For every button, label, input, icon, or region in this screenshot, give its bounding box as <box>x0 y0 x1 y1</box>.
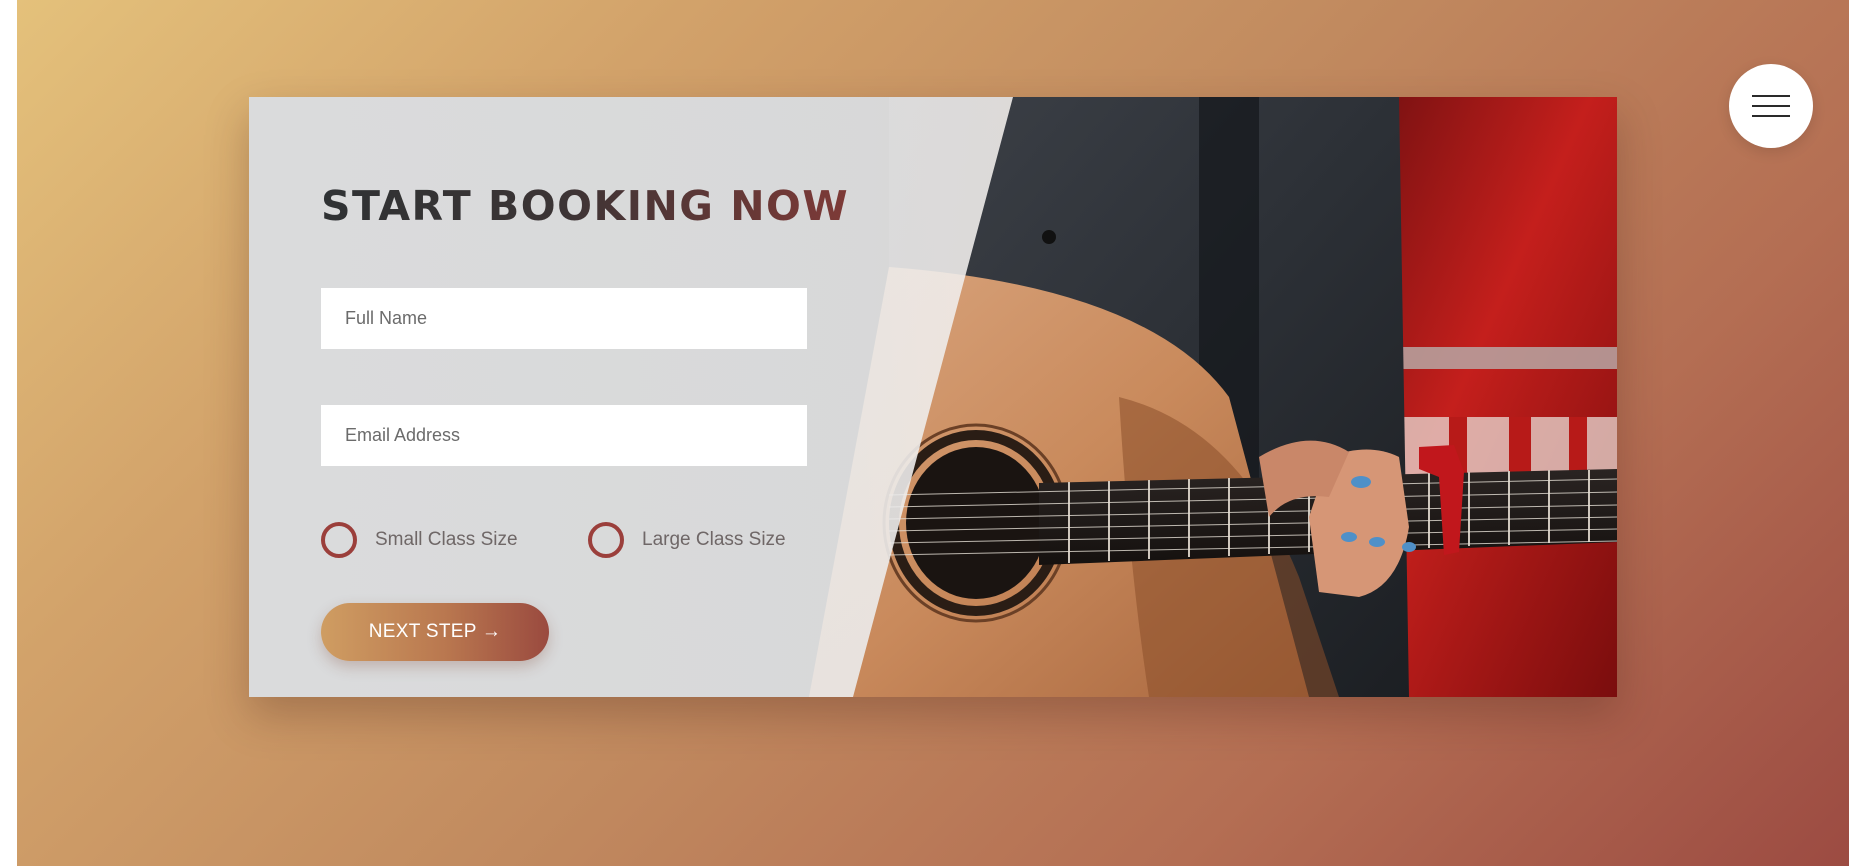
small-class-size-option[interactable]: Small Class Size <box>321 522 518 558</box>
radio-small-class-size[interactable] <box>321 522 357 558</box>
small-class-size-label: Small Class Size <box>375 529 518 550</box>
large-class-size-label: Large Class Size <box>642 529 786 550</box>
next-step-button[interactable]: NEXT STEP → <box>321 603 549 661</box>
page-title: START BOOKING NOW <box>321 182 850 230</box>
menu-button[interactable] <box>1729 64 1813 148</box>
email-address-input[interactable] <box>321 405 807 466</box>
full-name-input[interactable] <box>321 288 807 349</box>
radio-large-class-size[interactable] <box>588 522 624 558</box>
hamburger-menu-icon <box>1752 95 1790 117</box>
large-class-size-option[interactable]: Large Class Size <box>588 522 786 558</box>
booking-card: START BOOKING NOW Small Class Size Large… <box>249 97 1617 697</box>
